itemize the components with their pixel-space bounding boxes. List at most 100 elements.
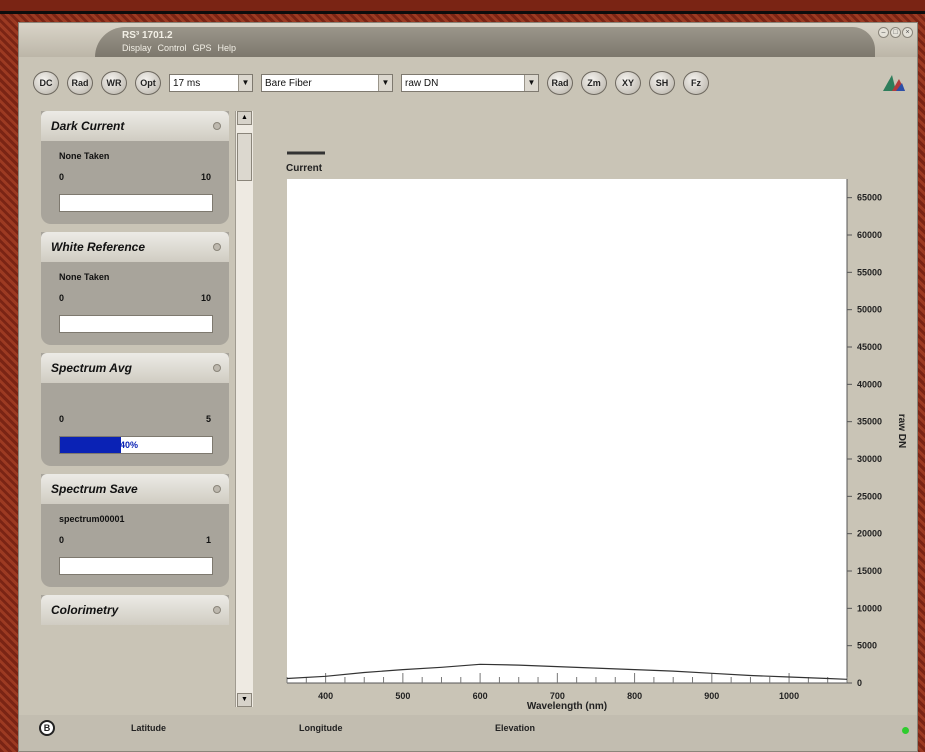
- y-tick-label: 45000: [857, 342, 882, 352]
- white-reference-button[interactable]: WR: [101, 71, 127, 95]
- spectrum-save-filename: spectrum00001: [59, 514, 125, 524]
- gps-icon[interactable]: B: [39, 720, 55, 736]
- spectrum-save-header[interactable]: Spectrum Save: [41, 474, 229, 504]
- y-tick-label: 20000: [857, 529, 882, 539]
- elevation-label: Elevation: [495, 723, 536, 733]
- plot-area: [287, 179, 847, 683]
- window-controls: – □ ×: [878, 27, 913, 38]
- dark-current-status: None Taken: [59, 151, 110, 161]
- app-title: RS³ 1701.2: [122, 30, 173, 41]
- spectrum-save-title: Spectrum Save: [51, 482, 138, 496]
- spectrum-save-range: 0 1: [59, 535, 217, 545]
- x-tick-label: 900: [704, 691, 719, 701]
- close-button[interactable]: ×: [902, 27, 913, 38]
- latitude-label: Latitude: [131, 723, 166, 733]
- minimize-button[interactable]: –: [878, 27, 889, 38]
- menu-control[interactable]: Control: [158, 43, 187, 53]
- white-reference-min: 0: [59, 293, 65, 303]
- dark-current-range: 0 10: [59, 172, 217, 182]
- mode-select[interactable]: raw DN ▼: [401, 74, 539, 92]
- spectrum-avg-progress-fill: [60, 437, 121, 453]
- scroll-down-icon[interactable]: ▼: [237, 693, 252, 707]
- spectrum-avg-max: 5: [205, 414, 211, 424]
- collapse-icon[interactable]: [213, 485, 221, 493]
- collapse-icon[interactable]: [213, 606, 221, 614]
- y-tick-label: 55000: [857, 267, 882, 277]
- x-tick-label: 700: [550, 691, 565, 701]
- collapse-icon[interactable]: [213, 364, 221, 372]
- spectrum-avg-group: Spectrum Avg 0 5 40%: [41, 353, 229, 466]
- fiber-value: Bare Fiber: [265, 77, 312, 89]
- status-led-icon: [902, 727, 909, 734]
- collapse-icon[interactable]: [213, 122, 221, 130]
- xy-button[interactable]: XY: [615, 71, 641, 95]
- white-reference-max: 10: [200, 293, 211, 303]
- white-reference-progress: [59, 315, 213, 333]
- longitude-label: Longitude: [299, 723, 343, 733]
- optimize-button[interactable]: Opt: [135, 71, 161, 95]
- y-ticks: 0 5000 10000 15000 20000 25000 30000 35000 40000…: [847, 193, 882, 688]
- dark-current-title: Dark Current: [51, 119, 125, 133]
- y-tick-label: 10000: [857, 603, 882, 613]
- panel-scrollbar[interactable]: ▲ ▼: [235, 111, 253, 707]
- x-tick-label: 800: [627, 691, 642, 701]
- y-tick-label: 30000: [857, 454, 882, 464]
- dark-current-min: 0: [59, 172, 65, 182]
- spectrum-chart: Current 400 500 600 700 800 900 1000 0 5000 1000…: [259, 111, 917, 712]
- y-tick-label: 65000: [857, 193, 882, 203]
- title-bar: RS³ 1701.2 Display Control GPS Help – □ …: [19, 23, 917, 57]
- integration-time-value: 17 ms: [173, 77, 201, 89]
- collapse-icon[interactable]: [213, 243, 221, 251]
- colorimetry-group: Colorimetry: [41, 595, 229, 625]
- y-tick-label: 35000: [857, 417, 882, 427]
- y-tick-label: 50000: [857, 305, 882, 315]
- spectrum-avg-progress: 40%: [59, 436, 213, 454]
- spectrum-save-progress: [59, 557, 213, 575]
- white-reference-header[interactable]: White Reference: [41, 232, 229, 262]
- fiber-select[interactable]: Bare Fiber ▼: [261, 74, 393, 92]
- x-tick-label: 400: [318, 691, 333, 701]
- y-tick-label: 25000: [857, 491, 882, 501]
- logo-icon: [883, 75, 905, 91]
- rad-view-button[interactable]: Rad: [547, 71, 573, 95]
- x-tick-label: 500: [395, 691, 410, 701]
- spectrum-save-max: 1: [205, 535, 211, 545]
- white-reference-title: White Reference: [51, 240, 146, 254]
- white-reference-status: None Taken: [59, 272, 110, 282]
- mode-value: raw DN: [405, 77, 439, 89]
- dark-current-group: Dark Current None Taken 0 10: [41, 111, 229, 224]
- scroll-thumb[interactable]: [237, 133, 252, 181]
- control-panel: Dark Current None Taken 0 10 White Refer…: [41, 111, 231, 707]
- integration-time-select[interactable]: 17 ms ▼: [169, 74, 253, 92]
- spectrum-save-group: Spectrum Save spectrum00001 0 1: [41, 474, 229, 587]
- freeze-button[interactable]: Fz: [683, 71, 709, 95]
- dark-current-max: 10: [200, 172, 211, 182]
- colorimetry-header[interactable]: Colorimetry: [41, 595, 229, 625]
- spectrum-avg-status: [59, 393, 217, 405]
- scroll-up-icon[interactable]: ▲: [237, 111, 252, 125]
- colorimetry-title: Colorimetry: [51, 603, 119, 617]
- spectrum-save-min: 0: [59, 535, 65, 545]
- maximize-button[interactable]: □: [890, 27, 901, 38]
- spectrum-avg-header[interactable]: Spectrum Avg: [41, 353, 229, 383]
- spectrum-avg-range: 0 5: [59, 414, 217, 424]
- sh-button[interactable]: SH: [649, 71, 675, 95]
- spectrum-avg-percent: 40%: [120, 440, 139, 450]
- menu-help[interactable]: Help: [218, 43, 237, 53]
- x-axis-label: Wavelength (nm): [527, 701, 607, 711]
- menu-display[interactable]: Display: [122, 43, 152, 53]
- legend-label: Current: [286, 163, 323, 174]
- radiometric-button[interactable]: Rad: [67, 71, 93, 95]
- spectrum-avg-min: 0: [59, 414, 65, 424]
- app-window: RS³ 1701.2 Display Control GPS Help – □ …: [18, 22, 918, 752]
- chevron-down-icon: ▼: [378, 75, 392, 91]
- dark-current-button[interactable]: DC: [33, 71, 59, 95]
- menu-gps[interactable]: GPS: [193, 43, 212, 53]
- status-bar: B Latitude Longitude Elevation: [19, 715, 917, 751]
- dark-current-header[interactable]: Dark Current: [41, 111, 229, 141]
- zoom-button[interactable]: Zm: [581, 71, 607, 95]
- y-tick-label: 15000: [857, 566, 882, 576]
- chevron-down-icon: ▼: [524, 75, 538, 91]
- white-reference-range: 0 10: [59, 293, 217, 303]
- menu-bar: Display Control GPS Help: [122, 43, 236, 53]
